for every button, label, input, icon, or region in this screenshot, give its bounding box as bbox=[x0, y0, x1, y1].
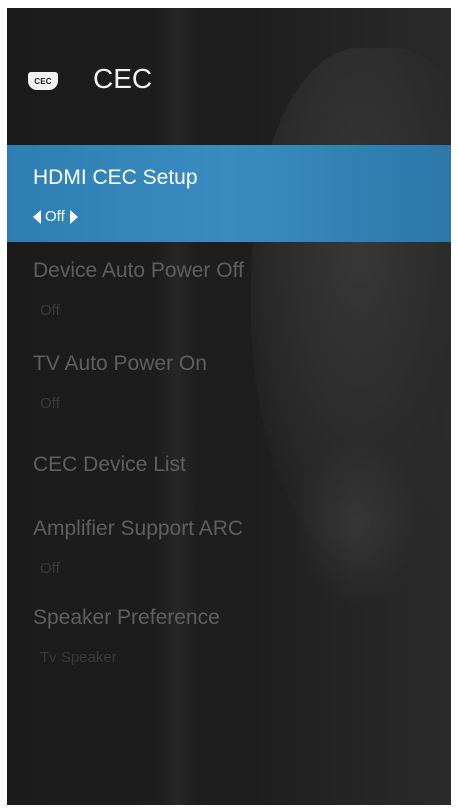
menu-item-value: Off bbox=[40, 302, 60, 319]
cec-settings-screen: CEC CEC HDMI CEC Setup Off Device Auto P… bbox=[7, 8, 451, 805]
menu-item-speaker-preference[interactable]: Speaker Preference Tv Speaker bbox=[7, 594, 451, 694]
menu-item-label: Amplifier Support ARC bbox=[33, 517, 244, 540]
cec-icon: CEC bbox=[28, 72, 58, 90]
menu-item-label: TV Auto Power On bbox=[33, 352, 207, 375]
cec-menu: HDMI CEC Setup Off Device Auto Power Off… bbox=[7, 145, 451, 694]
menu-item-value: Off bbox=[40, 560, 60, 577]
menu-item-tv-auto-power-on[interactable]: TV Auto Power On Off bbox=[7, 337, 451, 435]
menu-item-value: Off bbox=[45, 208, 65, 225]
arrow-left-icon[interactable] bbox=[33, 209, 41, 224]
menu-item-hdmi-cec-setup[interactable]: HDMI CEC Setup Off bbox=[7, 145, 451, 242]
value-selector[interactable]: Off bbox=[33, 208, 78, 225]
menu-item-label: Device Auto Power Off bbox=[33, 259, 244, 282]
arrow-right-icon[interactable] bbox=[69, 209, 78, 224]
menu-item-label: CEC Device List bbox=[33, 453, 186, 476]
menu-item-cec-device-list[interactable]: CEC Device List bbox=[7, 435, 451, 495]
menu-item-device-auto-power-off[interactable]: Device Auto Power Off Off bbox=[7, 242, 451, 337]
menu-item-label: HDMI CEC Setup bbox=[33, 166, 198, 189]
menu-item-value: Off bbox=[40, 395, 60, 412]
cec-icon-label: CEC bbox=[34, 76, 52, 86]
menu-item-amplifier-support-arc[interactable]: Amplifier Support ARC Off bbox=[7, 495, 451, 594]
menu-item-label: Speaker Preference bbox=[33, 606, 220, 629]
menu-item-value: Tv Speaker bbox=[40, 649, 117, 666]
page-title: CEC bbox=[93, 63, 153, 94]
